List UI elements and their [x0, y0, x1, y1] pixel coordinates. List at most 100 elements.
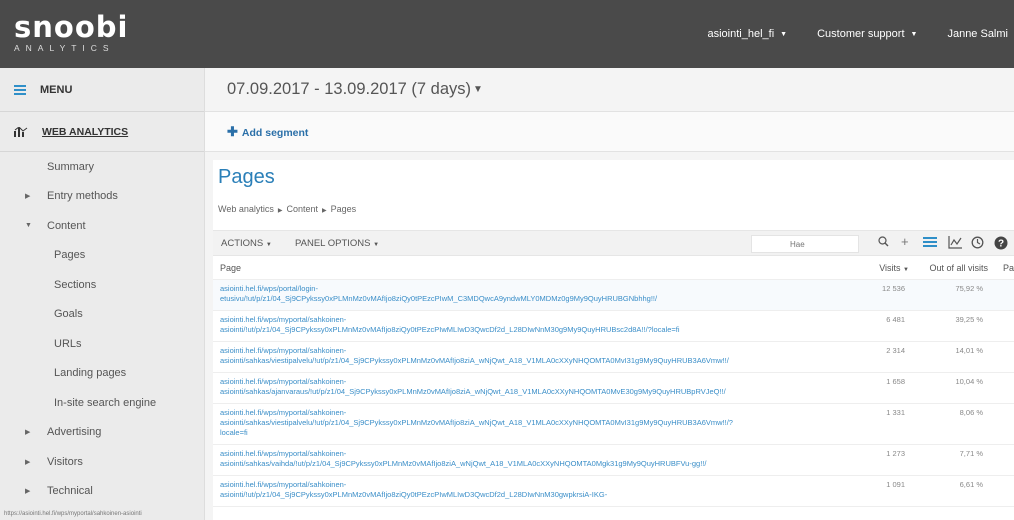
page-url-link[interactable]: asiointi.hel.fi/wps/myportal/sahkoinen-a… [220, 346, 860, 366]
sidebar-item-content[interactable]: ▼ Content [0, 211, 204, 241]
segment-bar: ✚ Add segment [205, 112, 1014, 152]
web-analytics-section[interactable]: WEB ANALYTICS [0, 112, 204, 152]
add-segment-button[interactable]: ✚ Add segment [227, 124, 308, 140]
breadcrumb-content[interactable]: Content [286, 204, 318, 214]
sidebar-item-goals[interactable]: Goals [0, 300, 204, 330]
table-row: asiointi.hel.fi/wps/myportal/sahkoinen-a… [213, 311, 1014, 342]
site-selector-label: asiointi_hel_fi [707, 28, 775, 40]
help-icon[interactable]: ? [994, 236, 1008, 250]
snoobi-logo[interactable]: snoobi ANALYTICS [14, 12, 128, 53]
panel-options-menu[interactable]: PANEL OPTIONS ▼ [295, 238, 379, 249]
sidebar: MENU WEB ANALYTICS Summary ▶ Entry method… [0, 68, 205, 520]
menu-toggle[interactable]: MENU [0, 68, 204, 112]
page-url-link[interactable]: asiointi.hel.fi/wps/myportal/sahkoinen-a… [220, 377, 860, 397]
svg-text:?: ? [998, 239, 1004, 250]
user-menu[interactable]: Janne Salmi [947, 28, 1008, 40]
sidebar-item-label: URLs [54, 337, 82, 350]
breadcrumb-web-analytics[interactable]: Web analytics [218, 204, 274, 214]
panel-toolbar: ACTIONS ▼ PANEL OPTIONS ▼ + ? [213, 230, 1014, 256]
sidebar-item-label: Content [47, 219, 86, 232]
percent-value: 7,71 % [959, 449, 983, 458]
hamburger-icon [14, 84, 26, 95]
customer-support-label: Customer support [817, 28, 905, 40]
sidebar-item-label: Advertising [47, 426, 102, 439]
panel-options-label: PANEL OPTIONS [295, 238, 371, 249]
main-content: 07.09.2017 - 13.09.2017 (7 days) ▼ ✚ Add … [205, 68, 1014, 520]
web-analytics-label: WEB ANALYTICS [42, 125, 129, 138]
sidebar-item-label: Technical [47, 485, 93, 498]
browser-status-bar: https://asiointi.hel.fi/wps/myportal/sah… [4, 511, 142, 517]
sidebar-item-label: Goals [54, 308, 83, 321]
sidebar-item-landing-pages[interactable]: Landing pages [0, 359, 204, 389]
date-range-label: 07.09.2017 - 13.09.2017 (7 days) [227, 80, 472, 98]
sort-desc-icon: ▼ [903, 267, 909, 273]
sidebar-item-label: Sections [54, 278, 97, 291]
search-icon[interactable] [878, 236, 889, 247]
search-input[interactable] [751, 235, 859, 253]
page-url-link[interactable]: asiointi.hel.fi/wps/myportal/sahkoinen-a… [220, 408, 860, 438]
sidebar-item-urls[interactable]: URLs [0, 329, 204, 359]
chevron-right-icon: ▶ [277, 208, 283, 214]
sidebar-item-visitors[interactable]: ▶ Visitors [0, 447, 204, 477]
column-header-out-of-all-visits[interactable]: Out of all visits [929, 263, 988, 273]
percent-value: 8,06 % [959, 408, 983, 417]
table-row: asiointi.hel.fi/wps/myportal/sahkoinen-a… [213, 342, 1014, 373]
caret-down-icon: ▼ [373, 242, 380, 248]
logo-wordmark: snoobi [14, 10, 129, 44]
table-row: asiointi.hel.fi/wps/portal/login-etusivu… [213, 280, 1014, 311]
chart-bars-icon [14, 126, 28, 137]
sidebar-item-sections[interactable]: Sections [0, 270, 204, 300]
sidebar-item-label: Summary [47, 160, 95, 173]
actions-menu[interactable]: ACTIONS ▼ [221, 238, 272, 249]
sidebar-item-entry-methods[interactable]: ▶ Entry methods [0, 182, 204, 212]
add-segment-label: Add segment [241, 126, 309, 139]
date-range-picker[interactable]: 07.09.2017 - 13.09.2017 (7 days) ▼ [205, 68, 1014, 112]
table-header: Page Visits ▼ Out of all visits Pa [213, 256, 1014, 280]
caret-down-icon: ▼ [780, 30, 788, 38]
column-header-page[interactable]: Page [220, 263, 241, 273]
page-url-link[interactable]: asiointi.hel.fi/wps/myportal/sahkoinen-a… [220, 315, 860, 335]
table-view-icon[interactable] [923, 236, 937, 248]
breadcrumb: Web analytics ▶ Content ▶ Pages [218, 204, 356, 214]
actions-label: ACTIONS [221, 238, 264, 249]
chevron-right-icon: ▶ [25, 458, 31, 466]
sidebar-nav: Summary ▶ Entry methods ▼ Content Pages Se… [0, 152, 204, 506]
percent-value: 39,25 % [955, 315, 983, 324]
breadcrumb-pages: Pages [330, 204, 357, 214]
sidebar-item-advertising[interactable]: ▶ Advertising [0, 418, 204, 448]
chevron-right-icon: ▶ [25, 193, 31, 201]
site-selector[interactable]: asiointi_hel_fi ▼ [707, 28, 787, 40]
table-row: asiointi.hel.fi/wps/myportal/sahkoinen-a… [213, 476, 1014, 507]
sidebar-item-pages[interactable]: Pages [0, 241, 204, 271]
percent-value: 75,92 % [955, 284, 983, 293]
page-url-link[interactable]: asiointi.hel.fi/wps/myportal/sahkoinen-a… [220, 480, 860, 500]
sidebar-item-label: Landing pages [54, 367, 127, 380]
clock-icon[interactable] [971, 236, 984, 249]
percent-value: 14,01 % [955, 346, 983, 355]
sidebar-item-label: In-site search engine [54, 396, 157, 409]
line-chart-icon[interactable] [948, 236, 962, 249]
page-url-link[interactable]: asiointi.hel.fi/wps/myportal/sahkoinen-a… [220, 449, 860, 469]
menu-label: MENU [40, 83, 73, 96]
visits-value: 1 273 [886, 449, 905, 458]
column-header-visits[interactable]: Visits ▼ [879, 263, 909, 273]
top-bar: snoobi ANALYTICS asiointi_hel_fi ▼ Custo… [0, 0, 1014, 68]
table-row: asiointi.hel.fi/wps/myportal/sahkoinen-a… [213, 445, 1014, 476]
plus-icon[interactable]: + [901, 234, 909, 249]
caret-down-icon: ▼ [910, 30, 918, 38]
column-header-pa[interactable]: Pa [1003, 263, 1014, 273]
sidebar-item-label: Pages [54, 249, 86, 262]
customer-support-menu[interactable]: Customer support ▼ [817, 28, 917, 40]
sidebar-item-technical[interactable]: ▶ Technical [0, 477, 204, 507]
plus-icon: ✚ [227, 123, 238, 139]
chevron-down-icon: ▼ [25, 222, 32, 230]
table-row: asiointi.hel.fi/wps/myportal/sahkoinen-a… [213, 404, 1014, 445]
logo-subtitle: ANALYTICS [14, 43, 115, 53]
user-name: Janne Salmi [947, 28, 1008, 40]
sidebar-item-summary[interactable]: Summary [0, 152, 204, 182]
sidebar-item-in-site-search[interactable]: In-site search engine [0, 388, 204, 418]
page-url-link[interactable]: asiointi.hel.fi/wps/portal/login-etusivu… [220, 284, 860, 304]
visits-value: 1 331 [886, 408, 905, 417]
visits-value: 1 091 [886, 480, 905, 489]
visits-value: 12 536 [882, 284, 905, 293]
